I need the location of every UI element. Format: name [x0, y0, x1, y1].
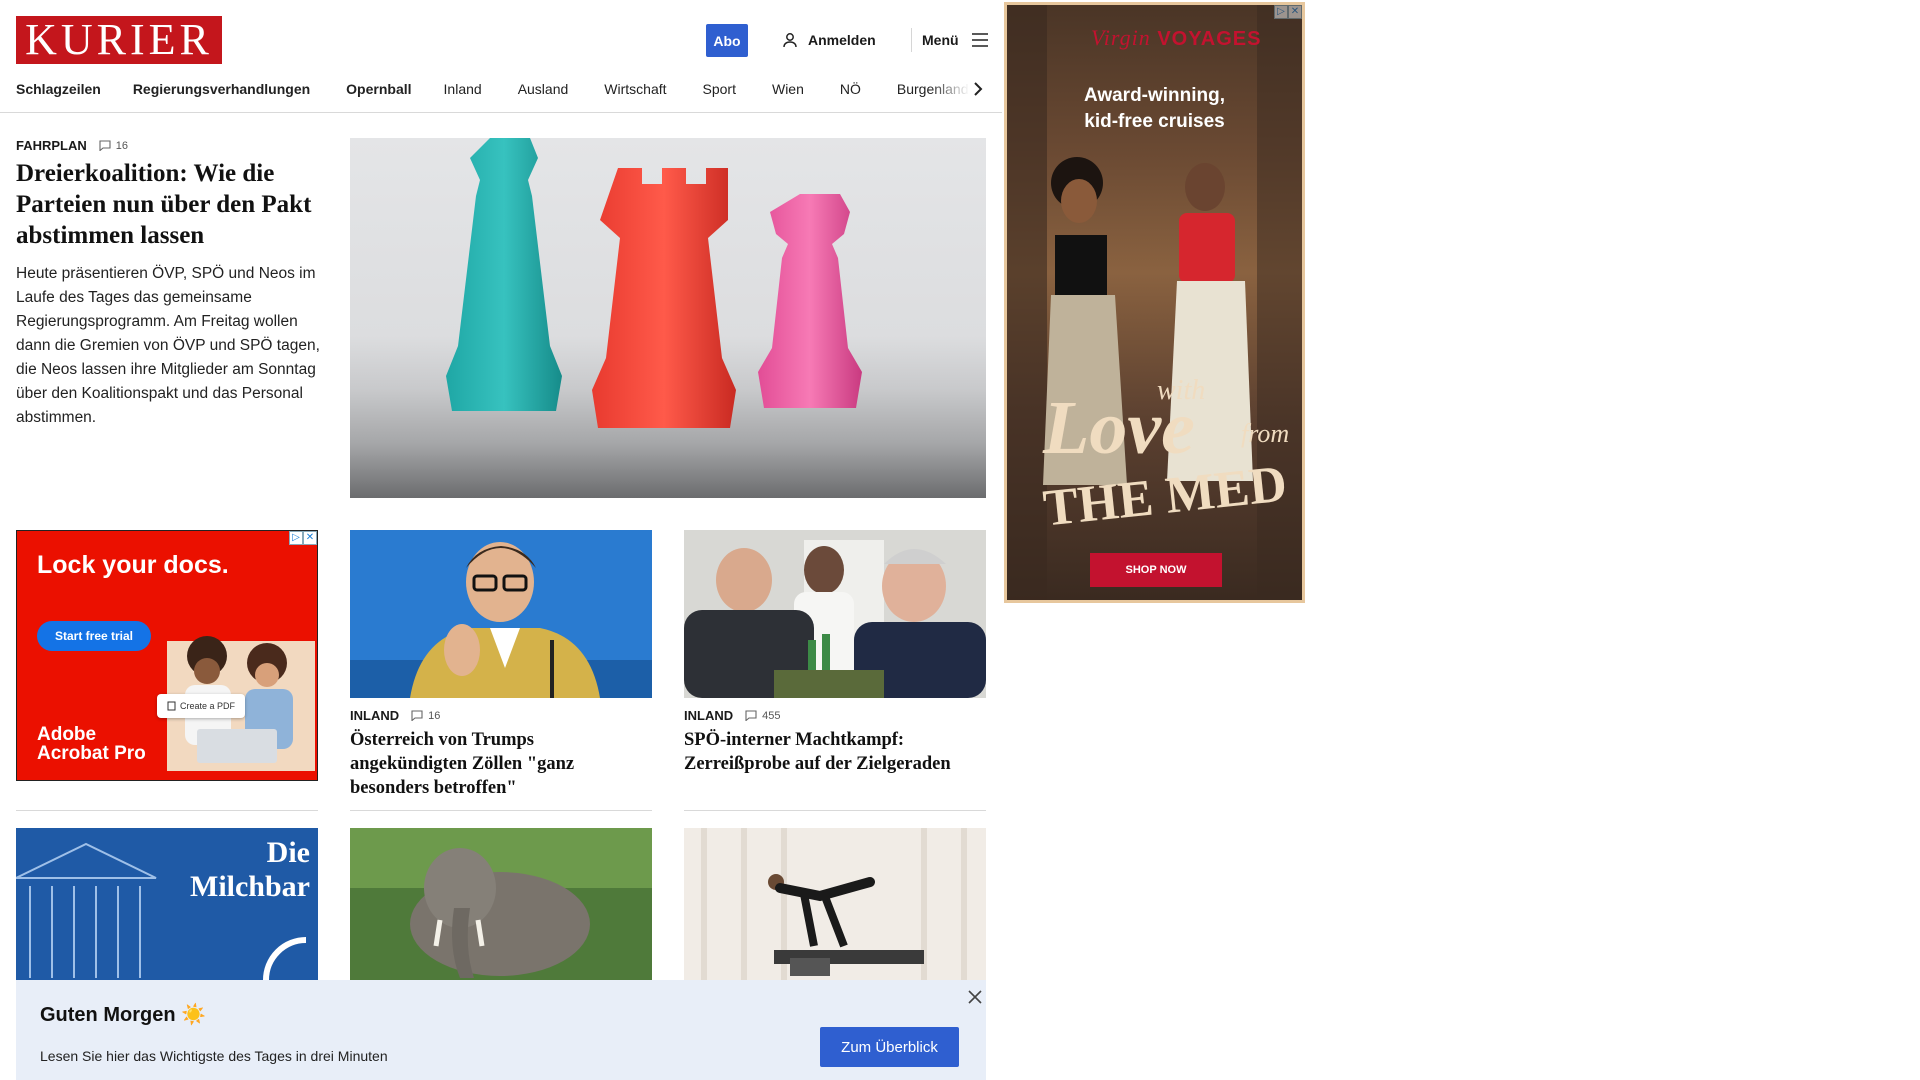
card-image-pilates[interactable] [684, 828, 986, 980]
divider [350, 810, 652, 811]
nav-item-schlagzeilen[interactable]: Schlagzeilen [16, 81, 101, 97]
nav-item-inland[interactable]: Inland [444, 81, 482, 97]
lead-kicker[interactable]: FAHRPLAN 16 [16, 138, 128, 153]
section-nav: Schlagzeilen Regierungsverhandlungen Ope… [16, 78, 986, 100]
virgin-voyages-advertisement[interactable]: ▷ ✕ Virgin VOYAGES Award-winning, kid-fr… [1004, 2, 1305, 603]
speaker-photo [350, 530, 652, 698]
adobe-brand-line2: Acrobat Pro [37, 743, 146, 764]
nav-item-noe[interactable]: NÖ [840, 81, 861, 97]
banner-subtitle: Lesen Sie hier das Wichtigste des Tages … [40, 1048, 388, 1064]
adobe-advertisement[interactable]: ▷ ✕ Lock your docs. Start free trial Cre… [16, 530, 318, 781]
virgin-tag-love: Love [1043, 386, 1195, 470]
zum-ueberblick-button[interactable]: Zum Überblick [820, 1027, 959, 1067]
comment-icon [745, 710, 757, 721]
adchoices-icon: ▷ [289, 531, 303, 545]
virgin-tag-from: from [1241, 419, 1290, 448]
nav-item-regierungsverhandlungen[interactable]: Regierungsverhandlungen [133, 81, 310, 97]
milchbar-title: Die Milchbar [190, 836, 310, 904]
virgin-logo-script: Virgin [1091, 25, 1151, 50]
header-divider [911, 28, 912, 52]
card-image-elephant[interactable] [350, 828, 652, 980]
adobe-people-illustration [167, 636, 315, 771]
abo-button[interactable]: Abo [706, 24, 748, 57]
milchbar-line2: Milchbar [190, 870, 310, 903]
card-image-trump-tariffs[interactable] [350, 530, 652, 698]
card-1-category: INLAND [350, 708, 400, 723]
card-2-category: INLAND [684, 708, 734, 723]
lead-headline[interactable]: Dreierkoalition: Wie die Parteien nun üb… [16, 158, 316, 251]
ad-choices[interactable]: ▷ ✕ [289, 531, 317, 545]
virgin-voyages-logo: Virgin VOYAGES [1091, 25, 1261, 51]
chess-pieces-illustration [446, 138, 862, 428]
card-2-kicker[interactable]: INLAND 455 [684, 708, 780, 723]
nav-item-wirtschaft[interactable]: Wirtschaft [604, 81, 666, 97]
login-label: Anmelden [808, 32, 876, 48]
card-1-comment-number: 16 [428, 709, 441, 722]
virgin-headline: Award-winning, kid-free cruises [1007, 83, 1302, 135]
close-icon[interactable]: ✕ [303, 531, 317, 545]
card-1-headline[interactable]: Österreich von Trumps angekündigten Zöll… [350, 728, 652, 800]
adobe-cta-button[interactable]: Start free trial [37, 621, 151, 651]
hamburger-icon [971, 33, 988, 47]
logo-text: KURIER [25, 15, 213, 64]
virgin-logo-word: VOYAGES [1157, 28, 1262, 50]
nav-item-opernball[interactable]: Opernball [346, 81, 411, 97]
divider [16, 810, 318, 811]
milchbar-line1: Die [266, 836, 310, 869]
adobe-headline: Lock your docs. [37, 551, 229, 579]
card-2-headline[interactable]: SPÖ-interner Machtkampf: Zerreißprobe au… [684, 728, 986, 776]
menu-label: Menü [922, 32, 959, 48]
pdf-icon [167, 701, 176, 711]
nav-scroll-right-button[interactable] [968, 78, 988, 100]
comment-icon [411, 710, 423, 721]
user-icon [783, 33, 797, 48]
close-icon [968, 990, 982, 1004]
card-image-spoe[interactable] [684, 530, 986, 698]
card-2-comment-number: 455 [762, 709, 781, 722]
menu-button[interactable]: Menü [922, 28, 989, 52]
create-pdf-chip: Create a PDF [157, 694, 245, 718]
card-2-comment-count[interactable]: 455 [745, 710, 780, 722]
comment-icon [99, 140, 111, 151]
virgin-headline-line1: Award-winning, [1083, 85, 1226, 106]
virgin-headline-line2: kid-free cruises [1084, 111, 1225, 132]
nav-item-ausland[interactable]: Ausland [518, 81, 569, 97]
kurier-logo[interactable]: KURIER [16, 16, 222, 64]
morning-briefing-banner: Guten Morgen ☀️ Lesen Sie hier das Wicht… [16, 980, 986, 1080]
card-1-kicker[interactable]: INLAND 16 [350, 708, 440, 723]
lead-image-chess-pieces[interactable] [350, 138, 986, 498]
lead-comment-number: 16 [115, 139, 129, 152]
adobe-brand-line1: Adobe [37, 724, 97, 745]
elephant-photo [350, 828, 652, 980]
nav-item-wien[interactable]: Wien [772, 81, 804, 97]
header-divider-line [0, 112, 1002, 113]
card-1-comment-count[interactable]: 16 [411, 710, 440, 722]
lead-teaser: Heute präsentieren ÖVP, SPÖ und Neos im … [16, 265, 320, 426]
lead-comment-count[interactable]: 16 [99, 140, 128, 152]
chevron-right-icon [974, 82, 983, 96]
politicians-photo [684, 530, 986, 698]
login-button[interactable]: Anmelden [782, 28, 876, 52]
create-pdf-label: Create a PDF [179, 701, 236, 711]
shop-now-button[interactable]: SHOP NOW [1090, 553, 1222, 587]
banner-greeting: Guten Morgen ☀️ [40, 1004, 207, 1026]
divider [684, 810, 986, 811]
pilates-photo [684, 828, 986, 980]
adobe-brand: Adobe Acrobat Pro [37, 725, 146, 763]
nav-item-sport[interactable]: Sport [703, 81, 736, 97]
lead-category: FAHRPLAN [16, 138, 87, 153]
promo-milchbar[interactable]: Die Milchbar [16, 828, 318, 980]
banner-close-button[interactable] [966, 988, 984, 1006]
